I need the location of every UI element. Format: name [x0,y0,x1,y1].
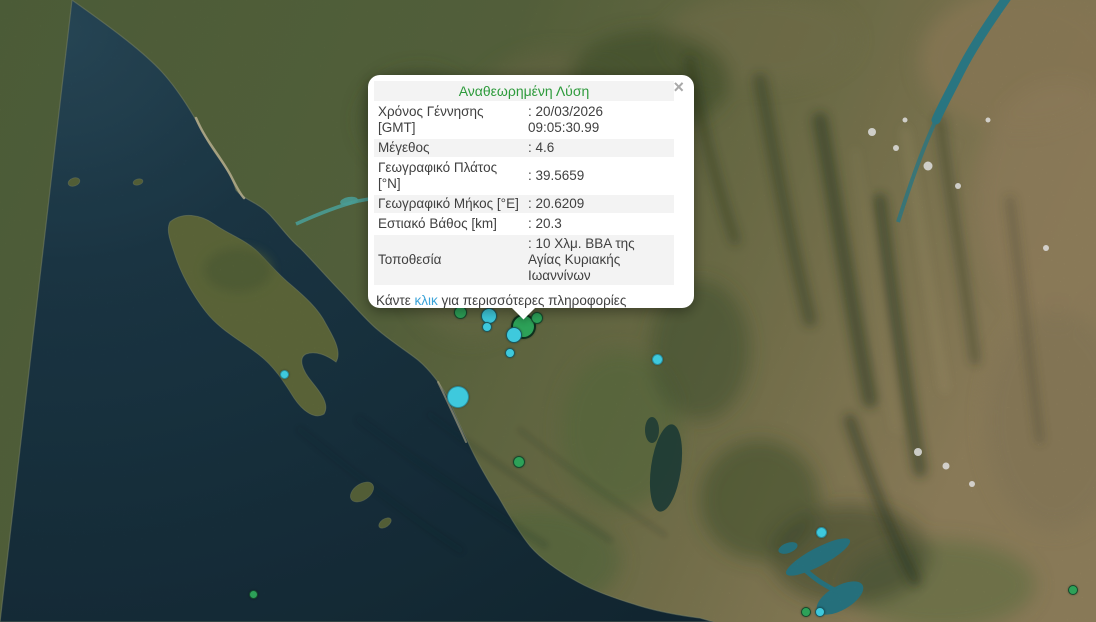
popup-row: Γεωγραφικό Πλάτος [°N]: 39.5659 [374,159,674,193]
row-label: Τοποθεσία [374,235,524,285]
earthquake-marker[interactable] [1068,585,1078,595]
earthquake-marker[interactable] [801,607,811,617]
earthquake-marker[interactable] [447,386,469,408]
earthquake-marker[interactable] [816,527,827,538]
row-value: : 20.6209 [524,195,674,213]
earthquake-marker[interactable] [506,327,522,343]
row-label: Μέγεθος [374,139,524,157]
popup-row: Εστιακό Βάθος [km]: 20.3 [374,215,674,233]
popup-row: Χρόνος Γέννησης [GMT]: 20/03/2026 09:05:… [374,103,674,137]
earthquake-table: Αναθεωρημένη Λύση Χρόνος Γέννησης [GMT]:… [374,79,674,287]
earthquake-marker[interactable] [652,354,663,365]
earthquake-marker[interactable] [482,322,492,332]
row-value: : 20/03/2026 09:05:30.99 [524,103,674,137]
row-label: Γεωγραφικό Μήκος [°Ε] [374,195,524,213]
popup-title-row: Αναθεωρημένη Λύση [374,81,674,101]
footer-suffix: για περισσότερες πληροφορίες [438,293,627,308]
map-viewport: × Αναθεωρημένη Λύση Χρόνος Γέννησης [GMT… [0,0,1096,622]
row-label: Εστιακό Βάθος [km] [374,215,524,233]
row-label: Γεωγραφικό Πλάτος [°N] [374,159,524,193]
popup-row: Μέγεθος: 4.6 [374,139,674,157]
popup-footer: Κάντε κλικ για περισσότερες πληροφορίες [376,292,687,309]
row-value: : 39.5659 [524,159,674,193]
earthquake-marker[interactable] [249,590,258,599]
earthquake-marker[interactable] [513,456,525,468]
row-value: : 20.3 [524,215,674,233]
earthquake-marker[interactable] [815,607,825,617]
row-value: : 10 Χλμ. ΒΒΑ της Αγίας Κυριακής Ιωαννίν… [524,235,674,285]
earthquake-marker[interactable] [505,348,515,358]
popup-title: Αναθεωρημένη Λύση [459,83,590,99]
row-label: Χρόνος Γέννησης [GMT] [374,103,524,137]
more-info-link[interactable]: κλικ [415,293,438,308]
earthquake-popup: × Αναθεωρημένη Λύση Χρόνος Γέννησης [GMT… [368,75,694,308]
popup-row: Γεωγραφικό Μήκος [°Ε]: 20.6209 [374,195,674,213]
popup-row: Τοποθεσία: 10 Χλμ. ΒΒΑ της Αγίας Κυριακή… [374,235,674,285]
popup-table-body: Αναθεωρημένη Λύση Χρόνος Γέννησης [GMT]:… [374,81,674,285]
row-value: : 4.6 [524,139,674,157]
footer-prefix: Κάντε [376,293,415,308]
popup-content: Αναθεωρημένη Λύση Χρόνος Γέννησης [GMT]:… [368,75,694,315]
earthquake-marker[interactable] [280,370,289,379]
